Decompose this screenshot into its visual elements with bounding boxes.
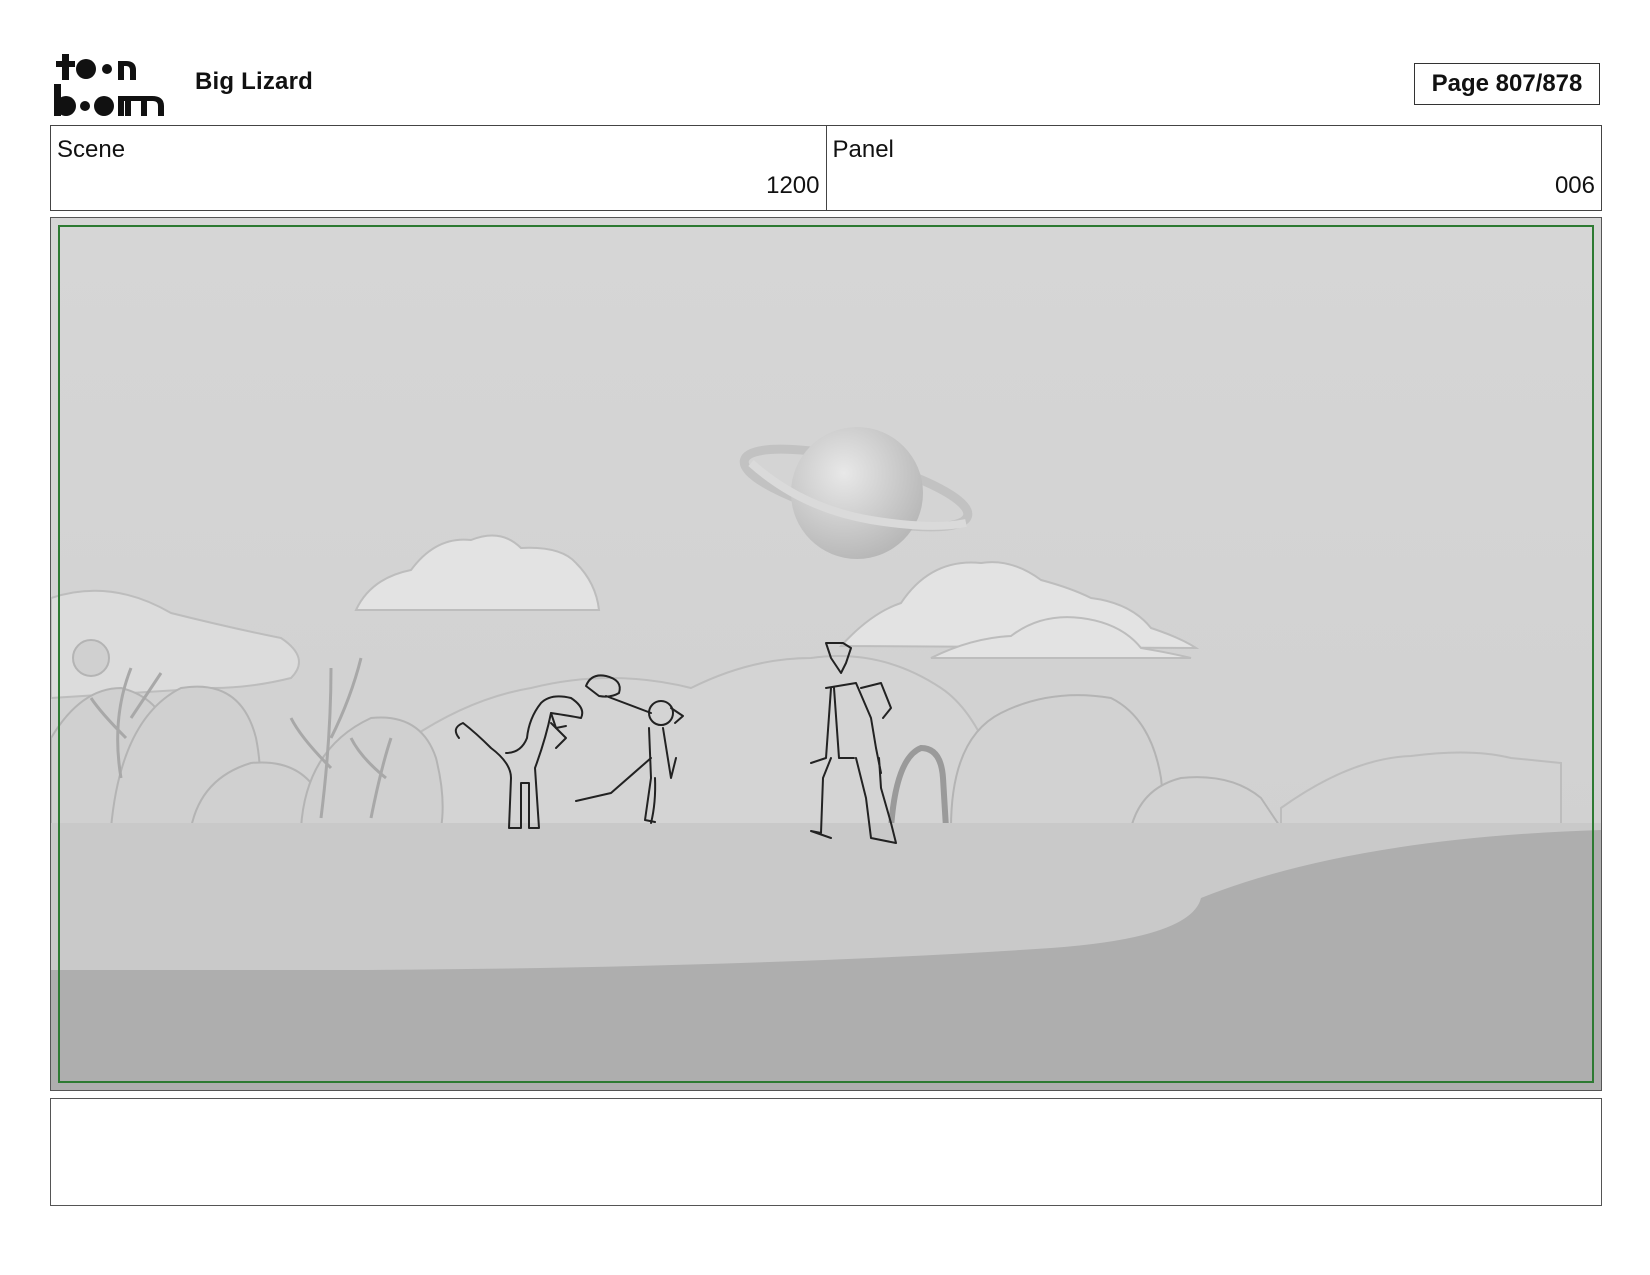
panel-label: Panel [832,136,894,163]
scene-panel-info: Scene 1200 Panel 006 [50,125,1602,211]
panel-cell: Panel 006 [825,126,1602,210]
storyboard-panel-drawing [51,218,1601,1090]
page-number: Page 807/878 [1414,63,1600,105]
ground [51,823,1601,1090]
notes-box[interactable] [50,1098,1602,1206]
scene-label: Scene [57,136,126,163]
toon-boom-logo [54,54,164,116]
storyboard-frame [50,217,1602,1091]
project-title: Big Lizard [195,68,314,95]
scene-cell: Scene 1200 [51,126,826,210]
scene-number: 1200 [766,172,820,199]
panel-number: 006 [1554,172,1595,199]
